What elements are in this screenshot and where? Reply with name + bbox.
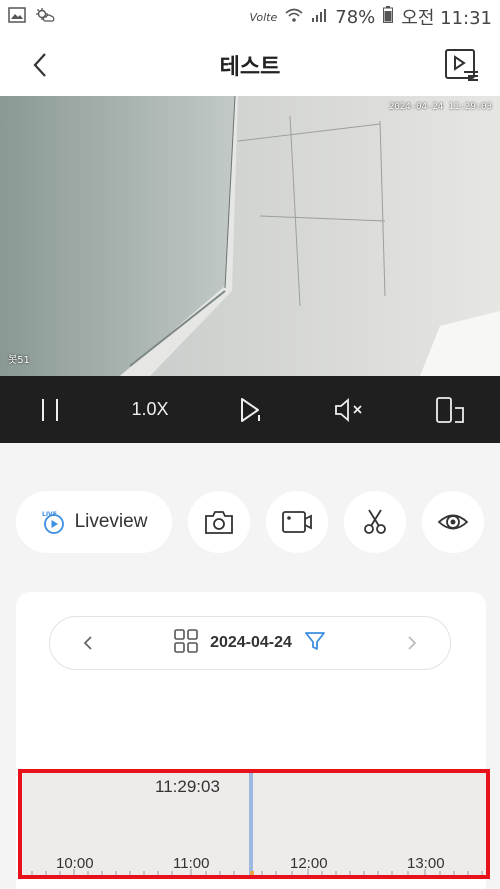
video-osd-label: 봇51 (8, 355, 30, 366)
gallery-icon (8, 6, 26, 28)
filter-icon (305, 631, 325, 650)
signal-icon (311, 7, 327, 28)
app-header: 테스트 (0, 34, 500, 96)
grid-icon (174, 628, 198, 653)
clock: 오전 11:31 (401, 8, 492, 29)
video-timestamp: 2024-04-24 11:29:03 (389, 102, 492, 112)
filter-button[interactable] (304, 630, 326, 657)
live-badge: LIVE (42, 511, 57, 518)
camera-icon (205, 511, 233, 534)
status-bar: Volte 78% 오전 11:31 (0, 0, 500, 34)
live-icon: LIVE (42, 511, 64, 534)
speaker-muted-icon (335, 397, 362, 422)
liveview-button[interactable]: LIVE Liveview (16, 491, 172, 553)
rotate-screen-icon (436, 396, 464, 423)
playback-controls: 1.0X (0, 376, 500, 443)
date-selector: 2024-04-24 (49, 616, 451, 670)
back-button[interactable] (26, 50, 56, 80)
network-label: Volte (249, 10, 278, 24)
video-list-icon (445, 49, 478, 81)
clip-button[interactable] (344, 491, 406, 553)
selected-date[interactable]: 2024-04-24 (210, 634, 292, 652)
chevron-right-icon (408, 636, 417, 650)
wifi-icon (285, 7, 303, 28)
liveview-label: Liveview (74, 511, 148, 532)
step-play-button[interactable] (220, 390, 280, 430)
chevron-left-icon (83, 636, 92, 650)
timeline-cursor[interactable] (249, 773, 253, 875)
pause-button[interactable] (20, 390, 80, 430)
video-camera-icon (282, 511, 312, 533)
timeline-current-time: 11:29:03 (155, 777, 220, 796)
battery-icon (383, 6, 394, 28)
camera-frame (0, 96, 500, 376)
speed-button[interactable]: 1.0X (120, 390, 180, 430)
scissors-icon (364, 509, 386, 534)
record-button[interactable] (266, 491, 328, 553)
next-date-button[interactable] (406, 633, 418, 658)
pause-icon (42, 398, 58, 421)
weather-icon (34, 7, 56, 28)
recording-marker (250, 871, 254, 875)
playback-list-button[interactable] (444, 48, 480, 82)
battery-percent: 78% (335, 6, 376, 28)
chevron-left-icon (33, 53, 46, 77)
mute-button[interactable] (320, 390, 380, 430)
page-title: 테스트 (219, 55, 281, 80)
grid-view-button[interactable] (174, 628, 198, 658)
play-icon (241, 397, 260, 422)
action-buttons: LIVE Liveview (16, 491, 486, 553)
timeline-ticks (31, 869, 483, 875)
snapshot-button[interactable] (188, 491, 250, 553)
privacy-button[interactable] (422, 491, 484, 553)
previous-date-button[interactable] (82, 633, 94, 658)
timeline[interactable]: 11:29:03 10:00 11:00 12:00 13:00 (18, 769, 490, 879)
eye-icon (437, 514, 469, 530)
video-player[interactable]: 2024-04-24 11:29:03 봇51 (0, 96, 500, 376)
rotate-screen-button[interactable] (420, 390, 480, 430)
